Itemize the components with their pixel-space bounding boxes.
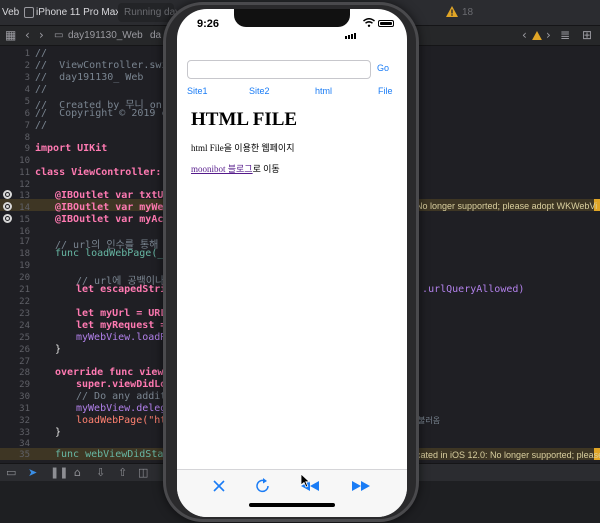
line-number: 2: [24, 61, 30, 71]
line-number: 22: [19, 297, 30, 307]
code-comment-tail: 불러옴: [418, 416, 441, 425]
line-number: 10: [19, 156, 30, 166]
home-indicator: [249, 503, 335, 507]
line-number: 28: [19, 368, 30, 378]
line-number: 27: [19, 357, 30, 367]
outlet-connection-icon[interactable]: [3, 190, 12, 199]
breadcrumb-project[interactable]: day191130_Web: [68, 30, 143, 41]
line-number: 11: [19, 168, 30, 178]
blog-link[interactable]: moonibot 블로그: [191, 164, 253, 174]
line-number: 26: [19, 345, 30, 355]
hide-debug-area-icon[interactable]: ▭: [6, 466, 16, 479]
status-time: 9:26: [197, 18, 220, 30]
device-icon: [24, 7, 34, 18]
web-link-paragraph: moonibot 블로그로 이동: [191, 162, 280, 175]
iphone-screen: 9:26 Go Site1 Site2 html File HTML FILE …: [177, 9, 407, 517]
breakpoints-toggle-icon[interactable]: ➤: [28, 466, 37, 479]
line-number: 3: [24, 73, 30, 83]
file-button[interactable]: File: [378, 86, 393, 96]
cellular-signal-icon: [345, 20, 357, 39]
line-number: 32: [19, 416, 30, 426]
breadcrumb-folder[interactable]: da: [150, 30, 161, 41]
view-hierarchy-icon[interactable]: ◫: [138, 466, 148, 479]
step-over-icon[interactable]: ⌂: [74, 466, 81, 479]
site1-button[interactable]: Site1: [187, 86, 208, 96]
code-brace: }: [55, 344, 62, 355]
code-comment: //: [35, 48, 48, 59]
link-suffix: 로 이동: [252, 164, 280, 174]
line-number: 34: [19, 439, 30, 449]
code-brace: }: [55, 427, 62, 438]
step-out-icon[interactable]: ⇧: [118, 466, 127, 479]
site2-button[interactable]: Site2: [249, 86, 270, 96]
stop-icon[interactable]: [207, 476, 231, 496]
line-number: 18: [19, 249, 30, 259]
line-number: 24: [19, 321, 30, 331]
minimap-icon[interactable]: ≣: [560, 28, 570, 42]
line-number: 6: [24, 109, 30, 119]
folder-icon: ▭: [54, 30, 64, 41]
add-editor-icon[interactable]: ⊞: [582, 28, 592, 42]
warning-icon[interactable]: [446, 6, 458, 17]
go-button[interactable]: Go: [377, 63, 389, 73]
step-into-icon[interactable]: ⇩: [96, 466, 105, 479]
code-comment: //: [35, 84, 48, 95]
warning-count: 18: [462, 7, 474, 18]
notch: [234, 9, 350, 27]
line-number: 12: [19, 180, 30, 190]
html-button[interactable]: html: [315, 86, 332, 96]
line-number: 20: [19, 273, 30, 283]
line-number: 33: [19, 428, 30, 438]
line-number: 23: [19, 309, 30, 319]
line-number: 21: [19, 285, 30, 295]
line-number: 4: [24, 85, 30, 95]
web-paragraph: html File을 이용한 웹페이지: [191, 143, 295, 153]
line-number: 16: [19, 227, 30, 237]
warning-message[interactable]: No longer supported; please adopt WKWebV…: [416, 201, 597, 211]
code-comment: //: [35, 120, 48, 131]
battery-icon: [378, 20, 394, 27]
code-import: import UIKit: [35, 143, 108, 154]
line-number: 9: [24, 144, 30, 154]
bottom-toolbar: [177, 469, 407, 517]
line-number: 5: [24, 97, 30, 107]
mouse-cursor-icon: [301, 474, 311, 488]
issue-warning-icon[interactable]: [532, 31, 542, 40]
line-number: 17: [19, 237, 30, 247]
line-number: 31: [19, 404, 30, 414]
line-number: 1: [24, 49, 30, 59]
line-number: 7: [24, 121, 30, 131]
code-comment: // ViewController.swift: [35, 60, 180, 71]
chevron-left-icon[interactable]: ‹: [25, 28, 30, 42]
chevron-right-icon[interactable]: ›: [39, 28, 44, 42]
line-number: 8: [24, 133, 30, 143]
line-number: 35: [19, 450, 30, 460]
line-number: 19: [19, 261, 30, 271]
line-number: 25: [19, 333, 30, 343]
chevron-left-small-icon[interactable]: ‹: [522, 28, 527, 42]
scheme-name-fragment[interactable]: Veb: [2, 7, 19, 18]
line-number: 29: [19, 380, 30, 390]
pause-icon[interactable]: ❚❚: [50, 466, 68, 479]
outlet-connection-icon[interactable]: [3, 214, 12, 223]
line-number: 30: [19, 392, 30, 402]
fast-forward-icon[interactable]: [349, 476, 373, 496]
code-continuation: s: .urlQueryAllowed): [404, 284, 525, 295]
url-input[interactable]: [187, 60, 371, 79]
refresh-icon[interactable]: [251, 476, 275, 496]
grid-icon[interactable]: ▦: [5, 28, 16, 42]
wifi-icon: [363, 18, 375, 27]
warning-message[interactable]: cated in iOS 12.0: No longer supported; …: [416, 450, 600, 460]
device-selector[interactable]: iPhone 11 Pro Max: [36, 7, 120, 18]
chevron-right-small-icon[interactable]: ›: [546, 28, 551, 42]
outlet-connection-icon[interactable]: [3, 202, 12, 211]
web-heading: HTML FILE: [191, 109, 298, 130]
code-comment: // day191130_ Web: [35, 72, 144, 83]
